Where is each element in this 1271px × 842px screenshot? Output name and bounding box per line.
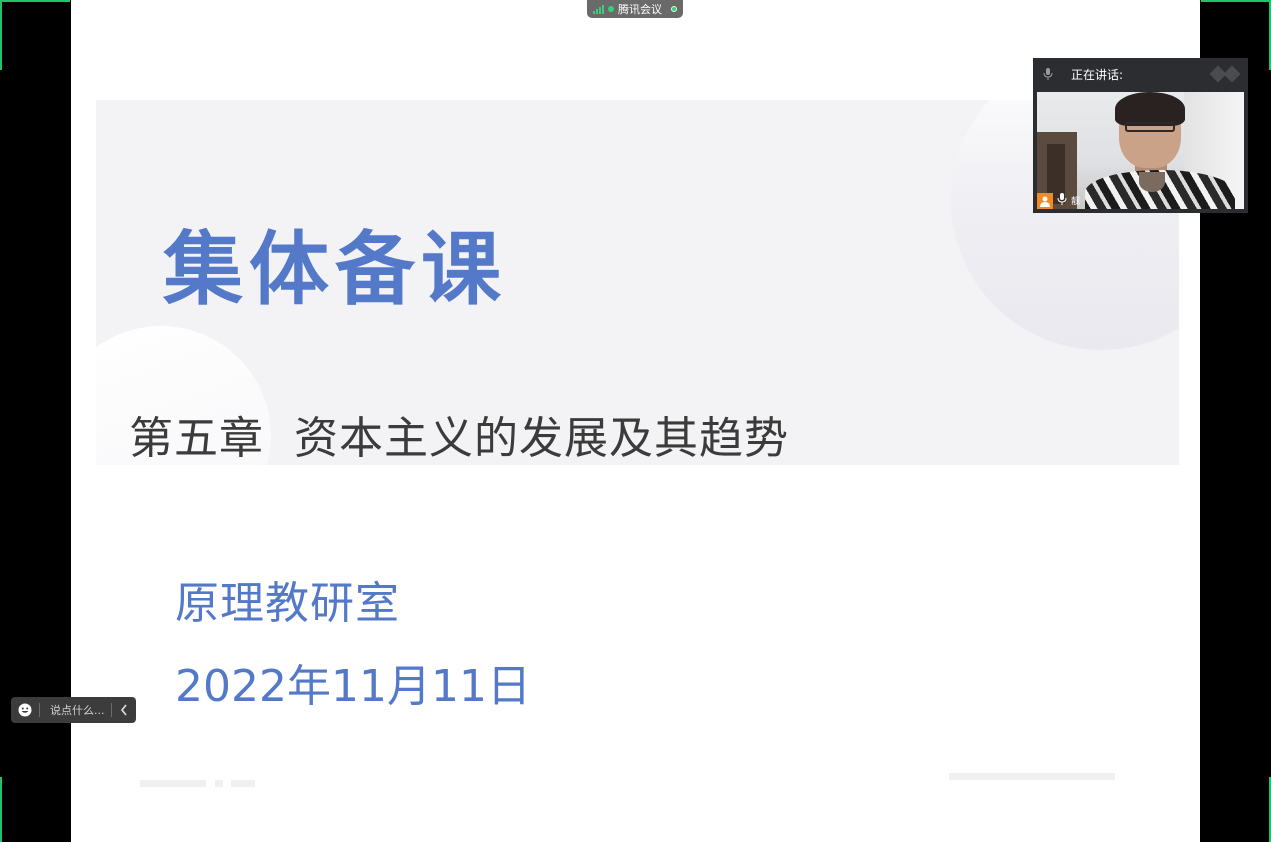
slide-subtitle: 第五章 资本主义的发展及其趋势: [129, 413, 789, 464]
meeting-app-name: 腾讯会议: [618, 3, 662, 16]
chevron-left-icon[interactable]: [112, 704, 136, 716]
shield-icon: [671, 6, 677, 12]
microphone-icon: [1041, 67, 1055, 81]
share-border-corner: [1201, 0, 1271, 2]
speaker-video-panel[interactable]: 正在讲话: 靓: [1033, 58, 1248, 213]
decor-line: [231, 780, 255, 787]
chat-input-bar[interactable]: 说点什么...: [11, 697, 136, 723]
meeting-status-pill[interactable]: 腾讯会议: [587, 0, 683, 18]
chat-input[interactable]: 说点什么...: [40, 702, 111, 718]
signal-bars-icon: [593, 4, 604, 14]
participant-name: 靓: [1071, 197, 1081, 207]
share-border-corner: [0, 0, 70, 2]
slide-title: 集体备课: [163, 223, 507, 316]
shared-slide: 集体备课 第五章 资本主义的发展及其趋势 原理教研室 2022年11月11日: [71, 0, 1200, 842]
emoji-icon[interactable]: [11, 703, 39, 717]
slide-department: 原理教研室: [175, 578, 400, 629]
share-border-corner: [0, 777, 2, 842]
decor-line: [215, 780, 223, 787]
tencent-meeting-logo-icon: [1209, 65, 1241, 83]
decor-line: [140, 780, 206, 787]
video-footer: 靓: [1037, 192, 1080, 209]
decor-line: [949, 773, 1115, 780]
speaking-label: 正在讲话:: [1071, 67, 1124, 82]
user-avatar-icon: [1037, 192, 1053, 209]
video-panel-header: 正在讲话:: [1033, 58, 1248, 90]
participant-mic-icon: [1057, 193, 1067, 208]
slide-date: 2022年11月11日: [175, 661, 531, 712]
connection-dot-icon: [608, 6, 614, 12]
share-border-corner: [0, 0, 2, 70]
